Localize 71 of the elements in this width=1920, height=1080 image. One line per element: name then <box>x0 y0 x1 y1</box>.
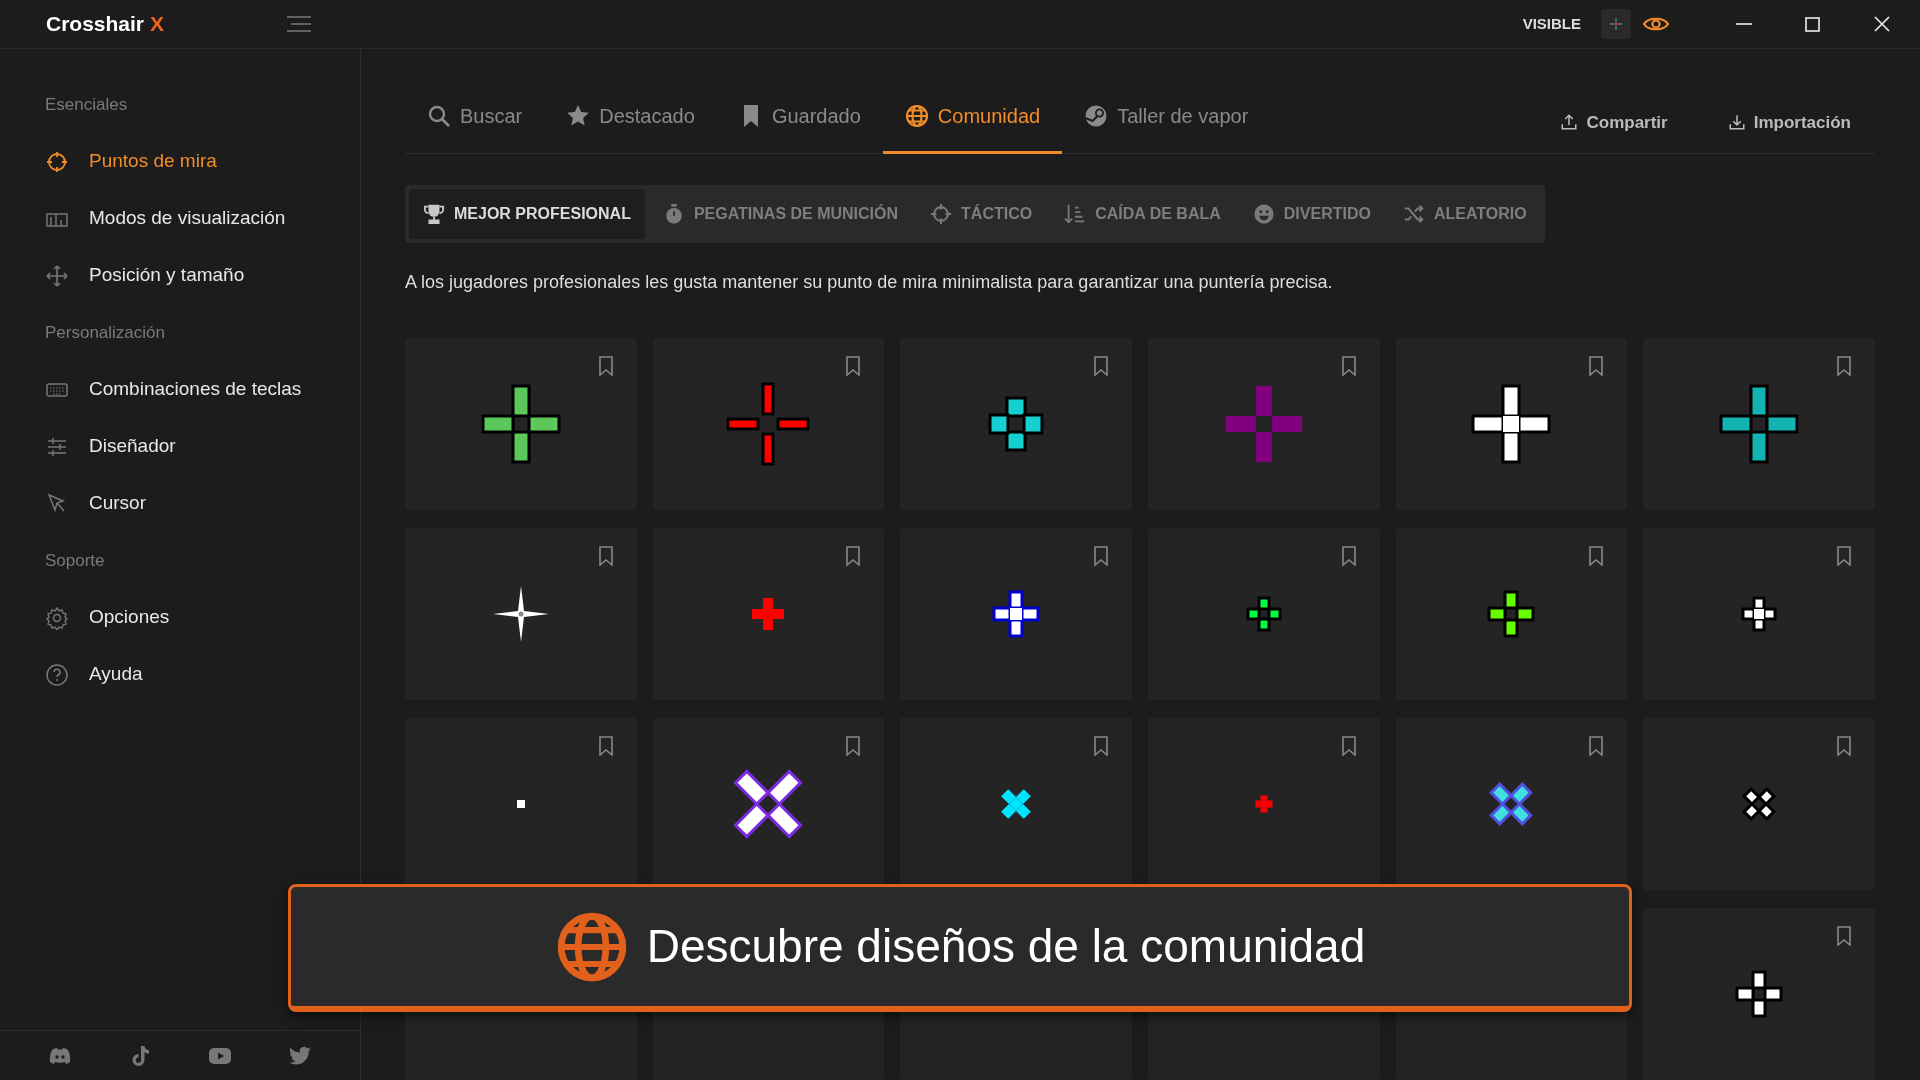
crosshair-card[interactable] <box>405 338 637 510</box>
move-icon <box>45 263 69 288</box>
crosshair-preview-button[interactable] <box>1601 9 1631 39</box>
bookmark-icon[interactable] <box>597 356 614 376</box>
app-logo: Crosshair X <box>46 11 164 38</box>
sidebar-item[interactable]: Modos de visualización <box>0 190 360 247</box>
bookmark-icon[interactable] <box>1340 546 1357 566</box>
menu-icon[interactable] <box>286 16 312 32</box>
smiley-icon <box>1252 203 1275 225</box>
section-heading: Esenciales <box>44 93 129 116</box>
bookmark-icon[interactable] <box>1093 356 1109 376</box>
action-button[interactable]: Importación <box>1727 109 1851 135</box>
bookmark-icon[interactable] <box>1836 926 1852 946</box>
bookmark-icon[interactable] <box>1836 356 1852 376</box>
settings-icon <box>45 605 69 630</box>
sidebar-item[interactable]: Ayuda <box>0 646 360 703</box>
download-icon <box>1727 113 1746 132</box>
shuffle-icon <box>1402 203 1425 225</box>
action-button[interactable]: Compartir <box>1560 109 1668 135</box>
category-tab[interactable]: TÁCTICO <box>916 189 1047 239</box>
star-icon <box>566 103 591 128</box>
bookmark-icon[interactable] <box>597 736 614 756</box>
category-tab[interactable]: CAÍDA DE BALA <box>1050 189 1235 239</box>
upload-icon <box>1560 113 1579 132</box>
bookmark-icon[interactable] <box>1588 356 1605 376</box>
category-tab[interactable]: MEJOR PROFESIONAL <box>409 189 645 239</box>
sidebar-item[interactable]: Cursor <box>0 475 360 532</box>
sort-icon <box>1064 203 1087 225</box>
bookmark-icon[interactable] <box>1340 736 1357 756</box>
sidebar-item[interactable]: Diseñador <box>0 418 360 475</box>
target-icon <box>930 203 953 225</box>
tab[interactable]: Guardado <box>716 90 883 154</box>
bookmark-icon[interactable] <box>1836 736 1852 756</box>
crosshair-card[interactable] <box>1643 338 1875 510</box>
bookmark-icon[interactable] <box>845 736 862 756</box>
bookmark-icon[interactable] <box>597 546 614 566</box>
tab[interactable]: Taller de vapor <box>1062 90 1271 154</box>
section-heading: Personalización <box>44 321 166 344</box>
section-heading: Soporte <box>44 549 106 572</box>
tab[interactable]: Destacado <box>544 90 717 154</box>
crosshair-icon <box>45 149 69 174</box>
globe-icon <box>904 103 929 128</box>
bookmark-icon[interactable] <box>1093 546 1109 566</box>
sidebar-item[interactable]: Posición y tamaño <box>0 247 360 304</box>
category-tab[interactable]: DIVERTIDO <box>1238 189 1385 239</box>
crosshair-icon <box>1610 18 1622 30</box>
crosshair-card[interactable] <box>1395 338 1628 510</box>
bookmark-icon[interactable] <box>845 356 862 376</box>
visibility-label: VISIBLE <box>1522 13 1581 34</box>
help-icon <box>45 662 69 687</box>
close-icon <box>1873 16 1890 32</box>
bookmark-icon[interactable] <box>845 546 862 566</box>
minimize-icon <box>1735 23 1752 25</box>
trophy-icon <box>423 203 445 225</box>
steam-icon <box>1084 103 1109 128</box>
bookmark-icon[interactable] <box>1588 546 1605 566</box>
sidebar-item[interactable]: Combinaciones de teclas <box>0 361 360 418</box>
bookmark-icon[interactable] <box>1588 736 1605 756</box>
bookmark-icon[interactable] <box>1093 736 1109 756</box>
banner-text: Descubre diseños de la comunidad <box>646 919 1366 974</box>
bookmark-icon[interactable] <box>1836 546 1852 566</box>
maximize-icon <box>1805 16 1820 32</box>
tab[interactable]: Comunidad <box>882 90 1063 154</box>
sidebar-item[interactable]: Puntos de mira <box>0 133 360 190</box>
category-tab[interactable]: PEGATINAS DE MUNICIÓN <box>648 189 913 239</box>
tab[interactable]: Buscar <box>405 90 545 154</box>
category-description: A los jugadores profesionales les gusta mantener su punto de mira minimalista para garantizar una puntería precisa. <box>405 271 1334 294</box>
bookmark-icon[interactable] <box>1340 356 1357 376</box>
sidebar-item[interactable]: Opciones <box>0 589 360 646</box>
category-tab[interactable]: ALEATORIO <box>1388 189 1541 239</box>
search-icon <box>427 103 451 128</box>
